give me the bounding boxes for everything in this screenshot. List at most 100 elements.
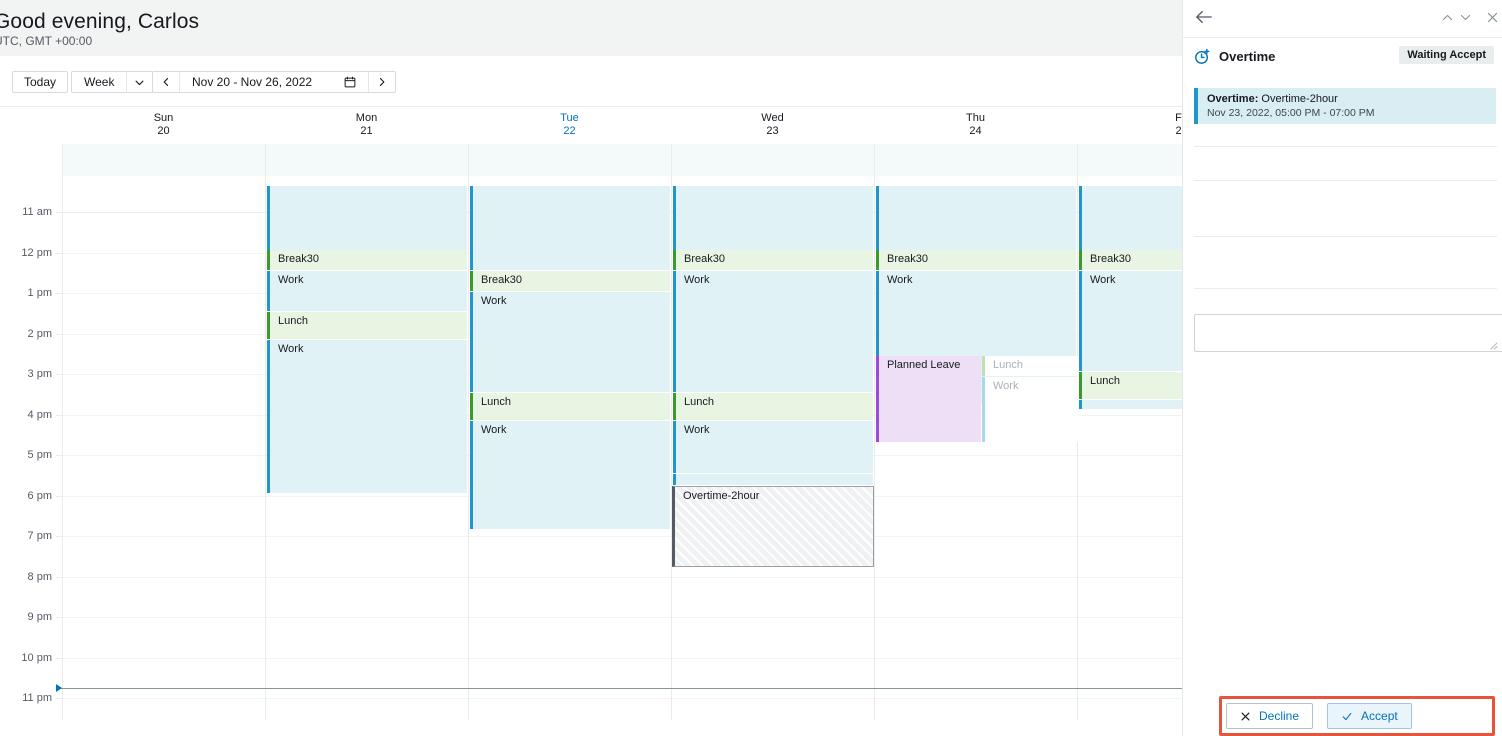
time-label: 1 pm bbox=[27, 287, 52, 299]
time-label: 10 pm bbox=[21, 652, 52, 664]
calendar-event[interactable]: Work bbox=[267, 340, 467, 493]
calendar-event-overridden[interactable]: Lunch bbox=[982, 356, 1078, 376]
prev-week-button[interactable] bbox=[153, 72, 179, 92]
accept-button[interactable]: Accept bbox=[1327, 703, 1412, 729]
panel-title-row: Overtime Waiting Accept bbox=[1183, 38, 1502, 76]
calendar-event[interactable]: Break30 bbox=[876, 250, 1076, 270]
time-label: 12 pm bbox=[21, 247, 52, 259]
calendar-event[interactable]: Work bbox=[673, 421, 873, 473]
calendar-event[interactable]: Break30 bbox=[470, 271, 670, 291]
time-label: 8 pm bbox=[27, 571, 52, 583]
event-title: Work bbox=[684, 274, 710, 286]
time-label: 9 pm bbox=[27, 611, 52, 623]
event-title: Lunch bbox=[1090, 375, 1120, 387]
calendar-event[interactable]: Work bbox=[267, 271, 467, 311]
day-header-dow: F bbox=[1175, 112, 1182, 124]
panel-title: Overtime bbox=[1219, 49, 1276, 64]
calendar-event[interactable]: Lunch bbox=[1079, 372, 1182, 399]
day-header-dow: Tue bbox=[560, 112, 579, 124]
event-title: Work bbox=[684, 424, 710, 436]
day-header-num: 24 bbox=[969, 125, 982, 137]
calendar-event[interactable]: Work bbox=[673, 271, 873, 392]
calendar-event[interactable]: Break30 bbox=[267, 250, 467, 270]
event-title: Break30 bbox=[887, 253, 928, 265]
overtime-summary-card: Overtime: Overtime-2hour Nov 23, 2022, 0… bbox=[1194, 88, 1496, 124]
calendar-event[interactable] bbox=[267, 186, 467, 250]
event-title: Work bbox=[481, 424, 507, 436]
calendar-event-leave[interactable]: Planned Leave bbox=[876, 356, 981, 442]
chevron-down-icon[interactable] bbox=[1459, 11, 1472, 24]
week-calendar: Sun 20 Mon 21 Tue 22 Wed 23 Thu 24 F 2 1… bbox=[0, 107, 1182, 736]
event-title: Work bbox=[993, 380, 1019, 392]
calendar-event[interactable] bbox=[470, 186, 670, 270]
chevron-down-icon[interactable] bbox=[127, 72, 152, 92]
calendar-event-overtime[interactable]: Overtime-2hour bbox=[672, 486, 874, 567]
calendar-event[interactable]: Work bbox=[470, 292, 670, 392]
chevron-up-icon[interactable] bbox=[1441, 11, 1454, 24]
day-header-num: 21 bbox=[360, 125, 373, 137]
day-header-wed: Wed 23 bbox=[671, 112, 874, 138]
overtime-clock-icon bbox=[1194, 48, 1211, 65]
calendar-event[interactable] bbox=[1079, 186, 1182, 250]
day-header-tue: Tue 22 bbox=[468, 112, 671, 138]
next-week-button[interactable] bbox=[369, 72, 395, 92]
status-badge: Waiting Accept bbox=[1399, 46, 1494, 64]
day-header-dow: Sun bbox=[153, 112, 174, 124]
calendar-event-overridden[interactable]: Work bbox=[982, 377, 1078, 442]
accept-label: Accept bbox=[1361, 709, 1398, 723]
calendar-event[interactable]: Lunch bbox=[470, 393, 670, 420]
resize-handle-icon[interactable] bbox=[1489, 341, 1498, 350]
response-input[interactable] bbox=[1194, 314, 1502, 352]
calendar-event[interactable] bbox=[876, 186, 1076, 250]
time-label: 2 pm bbox=[27, 328, 52, 340]
close-icon[interactable] bbox=[1486, 11, 1499, 24]
event-title: Lunch bbox=[993, 359, 1023, 371]
event-title: Work bbox=[278, 274, 304, 286]
calendar-event[interactable] bbox=[673, 474, 873, 485]
day-header-sun: Sun 20 bbox=[62, 112, 265, 138]
day-header-mon: Mon 21 bbox=[265, 112, 468, 138]
calendar-event[interactable] bbox=[673, 186, 873, 250]
time-label: 4 pm bbox=[27, 409, 52, 421]
slot-row-divider bbox=[1194, 146, 1497, 147]
calendar-event[interactable]: Work bbox=[1079, 271, 1182, 371]
today-button[interactable]: Today bbox=[12, 71, 69, 93]
day-header-dow: Mon bbox=[355, 112, 378, 124]
day-header-num: 2 bbox=[1175, 125, 1182, 137]
time-label: 5 pm bbox=[27, 449, 52, 461]
view-select-label: Week bbox=[84, 75, 115, 89]
event-title: Break30 bbox=[1090, 253, 1131, 265]
event-title: Lunch bbox=[684, 396, 714, 408]
requested-row-divider bbox=[1194, 180, 1497, 181]
calendar-event[interactable]: Lunch bbox=[267, 312, 467, 339]
card-name: Overtime-2hour bbox=[1261, 93, 1338, 105]
timezone-label: UTC, GMT +00:00 bbox=[0, 34, 93, 48]
time-label: 3 pm bbox=[27, 368, 52, 380]
panel-action-buttons: Decline Accept bbox=[1226, 703, 1412, 729]
x-icon bbox=[1240, 711, 1251, 722]
calendar-event[interactable]: Lunch bbox=[673, 393, 873, 420]
back-arrow-icon[interactable] bbox=[1195, 9, 1213, 25]
calendar-event[interactable]: Break30 bbox=[1079, 250, 1182, 270]
page-title: Good evening, Carlos bbox=[0, 10, 200, 33]
day-header-num: 22 bbox=[563, 125, 576, 137]
decline-button[interactable]: Decline bbox=[1226, 703, 1314, 729]
app-root: Good evening, Carlos UTC, GMT +00:00 Tod… bbox=[0, 0, 1502, 736]
calendar-event[interactable]: Work bbox=[470, 421, 670, 529]
response-row-divider bbox=[1194, 288, 1497, 289]
calendar-icon[interactable] bbox=[322, 76, 356, 88]
day-header-thu: Thu 24 bbox=[874, 112, 1077, 138]
event-title: Work bbox=[1090, 274, 1116, 286]
event-title: Planned Leave bbox=[887, 359, 961, 371]
current-time-line bbox=[56, 688, 1182, 689]
day-header-dow: Wed bbox=[761, 112, 784, 124]
date-navigator: Nov 20 - Nov 26, 2022 bbox=[152, 71, 397, 93]
event-title: Break30 bbox=[481, 274, 522, 286]
view-select[interactable]: Week bbox=[71, 71, 154, 93]
calendar-event[interactable] bbox=[1079, 400, 1182, 409]
card-label: Overtime: bbox=[1207, 93, 1259, 105]
day-header-dow: Thu bbox=[966, 112, 985, 124]
calendar-grid: 11 am 12 pm 1 pm 2 pm 3 pm 4 pm 5 pm 6 p… bbox=[0, 144, 1182, 720]
calendar-event[interactable]: Break30 bbox=[673, 250, 873, 270]
day-header-fri: F 2 bbox=[1077, 112, 1182, 138]
